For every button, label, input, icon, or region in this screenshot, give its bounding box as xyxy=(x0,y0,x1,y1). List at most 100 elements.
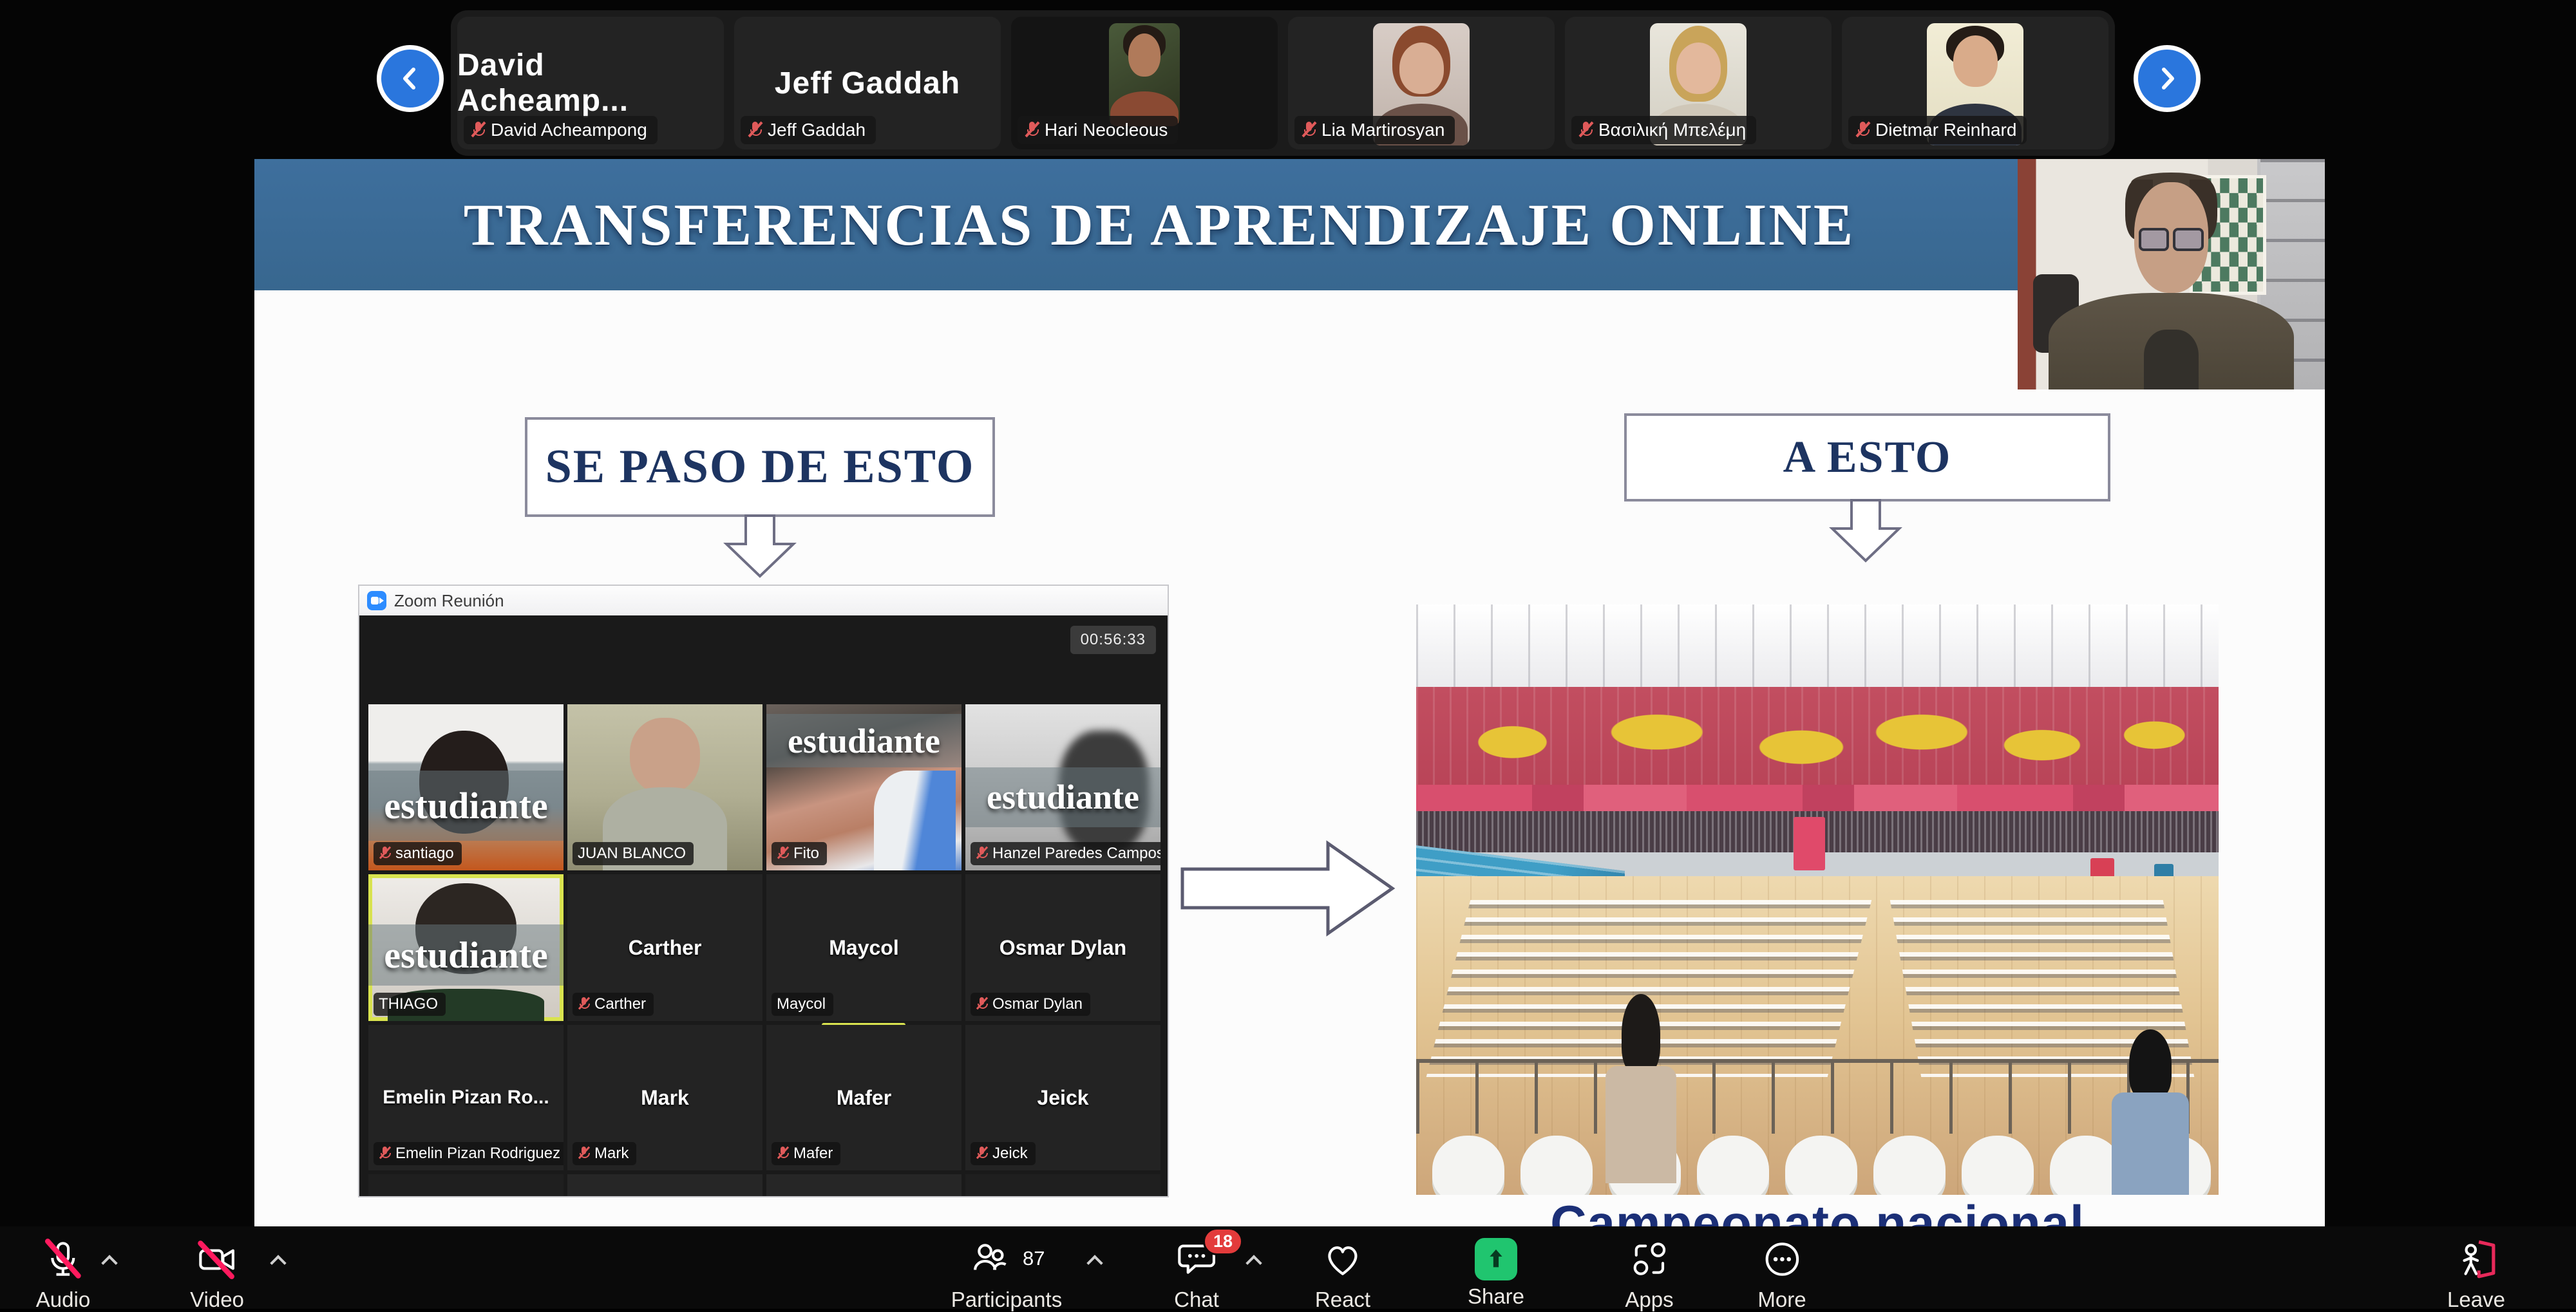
estudiante-overlay: estudiante xyxy=(368,924,564,986)
window-title: Zoom Reunión xyxy=(394,591,504,611)
muted-mic-icon xyxy=(379,1146,390,1161)
student-video-tile-active: estudiante THIAGO xyxy=(368,874,564,1021)
audio-menu-caret[interactable] xyxy=(102,1252,118,1269)
muted-mic-icon xyxy=(379,846,390,861)
arena-seating xyxy=(1416,687,2219,787)
video-button[interactable]: Video xyxy=(190,1238,244,1312)
participant-tile xyxy=(965,1174,1160,1196)
participant-label: Lia Martirosyan xyxy=(1294,116,1455,144)
muted-mic-icon xyxy=(578,997,589,1012)
avatar xyxy=(1109,23,1180,126)
photo-caption: Campeonato nacional xyxy=(1416,1194,2219,1226)
student-video-tile: JUAN BLANCO xyxy=(567,704,762,870)
balcony-railing xyxy=(1416,1059,2219,1134)
leave-button[interactable]: Leave xyxy=(2447,1238,2505,1312)
muted-mic-icon xyxy=(1855,120,1869,140)
meeting-toolbar: Audio Video Participants 87 xyxy=(0,1226,2576,1309)
filmstrip-next-button[interactable] xyxy=(2134,45,2201,112)
arena-ceiling xyxy=(1416,604,2219,695)
hoodie-shape xyxy=(874,771,956,870)
filmstrip-tile-hari[interactable]: Hari Neocleous xyxy=(1011,17,1278,149)
white-chair xyxy=(1520,1136,1593,1195)
spectator xyxy=(1601,994,1681,1183)
student-video-tile: estudiante Fito xyxy=(766,704,961,870)
participant-label: Carther xyxy=(573,993,654,1016)
right-arrow-icon xyxy=(1179,837,1397,940)
face-shape xyxy=(630,718,700,794)
filmstrip-tile-dietmar[interactable]: Dietmar Reinhard xyxy=(1842,17,2108,149)
tournament-hall-photo xyxy=(1416,604,2219,1195)
muted-mic-icon xyxy=(976,1146,987,1161)
white-chair xyxy=(1962,1136,2034,1195)
muted-mic-icon xyxy=(777,1146,788,1161)
estudiante-overlay: estudiante xyxy=(766,714,961,767)
participant-label: Osmar Dylan xyxy=(971,993,1090,1016)
white-chair xyxy=(1873,1136,1946,1195)
glasses-icon xyxy=(2139,228,2203,251)
participant-label: Maycol xyxy=(772,993,833,1016)
participant-tile: Mark Mark xyxy=(567,1025,762,1170)
participant-label: Jeick xyxy=(971,1142,1036,1165)
mic-muted-icon xyxy=(42,1238,84,1280)
filmstrip-tile-vasiliki[interactable]: Βασιλική Μπελέμη xyxy=(1565,17,1832,149)
participant-label: David Acheampong xyxy=(464,116,658,144)
zoom-app-icon xyxy=(367,591,386,610)
slide-title: TRANSFERENCIAS DE APRENDIZAJE ONLINE xyxy=(254,159,2064,290)
chat-menu-caret[interactable] xyxy=(1246,1252,1263,1269)
callout-a-esto: A ESTO xyxy=(1624,413,2110,501)
white-chair xyxy=(1785,1136,1857,1195)
presenter-video[interactable] xyxy=(2018,159,2325,389)
apps-button[interactable]: Apps xyxy=(1625,1238,1673,1312)
student-video-tile: estudiante santiago xyxy=(368,704,564,870)
share-button[interactable]: Share xyxy=(1468,1238,1524,1309)
more-button[interactable]: More xyxy=(1757,1238,1806,1312)
participants-menu-caret[interactable] xyxy=(1087,1252,1104,1269)
participant-label: Hari Neocleous xyxy=(1018,116,1178,144)
participants-count: 87 xyxy=(1023,1247,1045,1270)
participant-label: Emelin Pizan Rodriguez xyxy=(374,1142,564,1165)
shared-screen-slide: TRANSFERENCIAS DE APRENDIZAJE ONLINE SE … xyxy=(254,159,2325,1226)
callout-se-paso-de-esto: SE PASO DE ESTO xyxy=(525,417,995,517)
camera-off-icon xyxy=(196,1238,238,1280)
filmstrip-tile-lia[interactable]: Lia Martirosyan xyxy=(1288,17,1555,149)
participants-icon xyxy=(968,1238,1010,1280)
leave-meeting-icon xyxy=(2455,1238,2497,1280)
banner-flag xyxy=(1794,817,1826,870)
participant-label: THIAGO xyxy=(374,993,446,1016)
video-menu-caret[interactable] xyxy=(270,1252,287,1269)
muted-mic-icon xyxy=(470,120,484,140)
muted-mic-icon xyxy=(747,120,761,140)
filmstrip-tile-jeff[interactable]: Jeff Gaddah Jeff Gaddah xyxy=(734,17,1001,149)
meeting-timer: 00:56:33 xyxy=(1070,626,1156,654)
estudiante-overlay: estudiante xyxy=(368,771,564,840)
participant-label: Dietmar Reinhard xyxy=(1848,116,2027,144)
participant-tile: Jeick Jeick xyxy=(965,1025,1160,1170)
react-button[interactable]: React xyxy=(1315,1238,1370,1312)
embedded-zoom-screenshot: Zoom Reunión 00:56:33 estudiante santiag… xyxy=(358,585,1169,1197)
down-arrow-icon xyxy=(721,514,799,579)
chat-unread-badge: 18 xyxy=(1203,1228,1243,1255)
participant-label: santiago xyxy=(374,842,462,865)
estudiante-overlay: estudiante xyxy=(965,767,1160,827)
arena-banner xyxy=(1416,785,2219,811)
participant-tile xyxy=(368,1174,564,1196)
participant-tile: Osmar Dylan Osmar Dylan xyxy=(965,874,1160,1021)
participants-filmstrip: David Acheamp... David Acheampong Jeff G… xyxy=(451,10,2115,156)
participants-button[interactable]: Participants xyxy=(951,1238,1062,1312)
window-titlebar: Zoom Reunión xyxy=(359,586,1168,615)
down-arrow-icon xyxy=(1827,499,1904,563)
chevron-left-icon xyxy=(396,64,424,93)
white-chair xyxy=(1697,1136,1769,1195)
spectator xyxy=(2107,1029,2195,1195)
audio-button[interactable]: Audio xyxy=(36,1238,90,1312)
participant-tile xyxy=(766,1174,961,1196)
muted-mic-icon xyxy=(976,997,987,1012)
presenter-shirt xyxy=(2144,330,2199,389)
filmstrip-tile-david[interactable]: David Acheamp... David Acheampong xyxy=(457,17,724,149)
filmstrip-prev-button[interactable] xyxy=(377,45,444,112)
muted-mic-icon xyxy=(578,1146,589,1161)
participant-tile: Mafer Mafer xyxy=(766,1025,961,1170)
participant-tile xyxy=(567,1174,762,1196)
share-screen-icon xyxy=(1475,1238,1517,1280)
more-ellipsis-icon xyxy=(1761,1238,1803,1280)
